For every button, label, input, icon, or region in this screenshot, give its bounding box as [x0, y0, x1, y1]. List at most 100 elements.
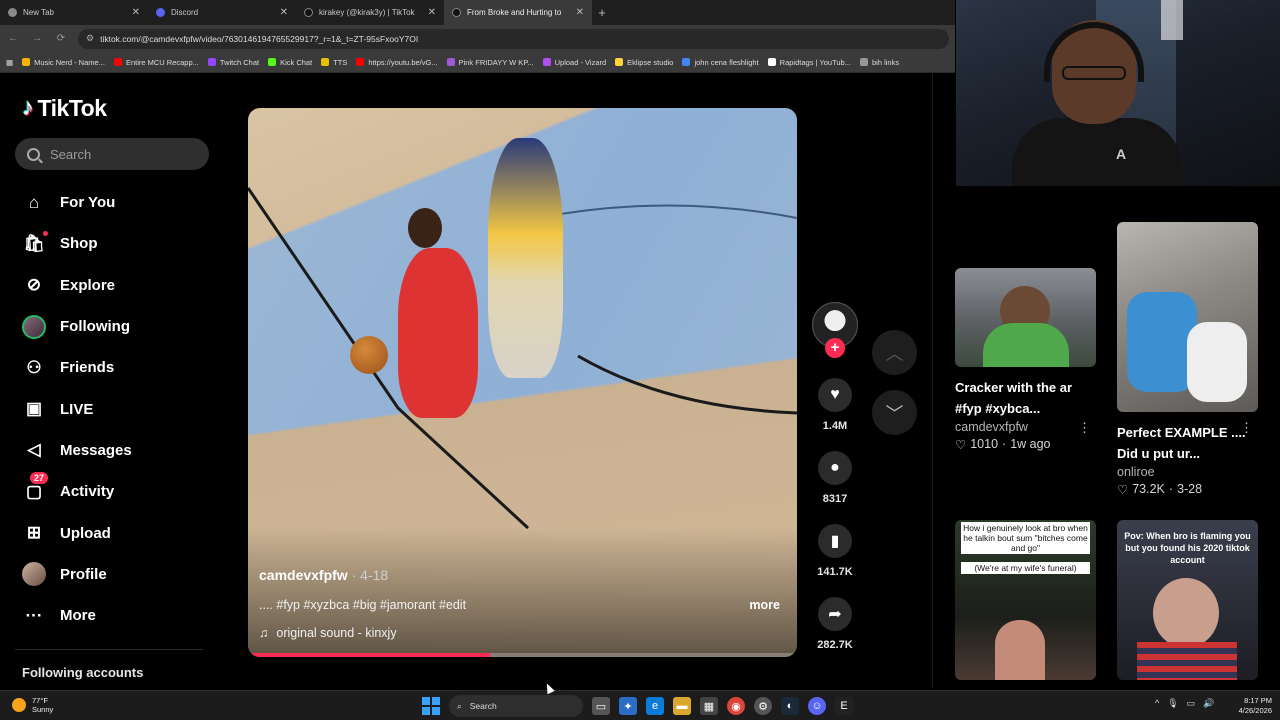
kebab-menu-icon[interactable]: ⋮ [1240, 420, 1253, 436]
next-video-button[interactable]: ﹀ [872, 390, 917, 435]
weather-widget[interactable]: 77°F Sunny [12, 696, 53, 714]
kebab-menu-icon[interactable]: ⋮ [1078, 420, 1091, 436]
share-icon[interactable]: ➦ [818, 597, 852, 631]
recommended-video[interactable]: Cracker with the ar #fyp #xybca... ⋮ cam… [955, 268, 1097, 452]
tiktok-logo[interactable]: ♪ TikTok [22, 94, 107, 122]
previous-video-button[interactable]: ︿ [872, 330, 917, 375]
bookmark[interactable]: Music Nerd - Name... [22, 58, 105, 67]
caption-more-button[interactable]: more [749, 598, 780, 612]
heart-icon[interactable]: ♥ [818, 378, 852, 412]
nav-item-shop[interactable]: 🛍 Shop [22, 223, 222, 264]
close-icon[interactable]: ✕ [576, 7, 584, 18]
video-thumbnail[interactable] [955, 268, 1096, 367]
steam-icon[interactable]: ◐ [781, 697, 799, 715]
comment-icon[interactable]: ● [818, 451, 852, 485]
bookmark[interactable]: bih links [859, 58, 899, 67]
tab-discord[interactable]: Discord ✕ [148, 0, 296, 25]
edge-icon[interactable]: e [646, 697, 664, 715]
rec-title[interactable]: Cracker with the ar #fyp #xybca... [955, 377, 1087, 419]
chrome-icon[interactable]: ◉ [727, 697, 745, 715]
bookmark[interactable]: Twitch Chat [207, 58, 259, 67]
rec-title[interactable]: Perfect EXAMPLE .... Did u put ur... [1117, 422, 1249, 464]
chevron-up-icon[interactable]: ^ [1155, 698, 1159, 709]
nav-item-following[interactable]: Following [22, 306, 222, 347]
discord-icon[interactable]: ☺ [808, 697, 826, 715]
microphone-icon[interactable]: 🎙 [1167, 698, 1178, 709]
forward-icon[interactable]: → [30, 33, 44, 44]
windows-start-icon[interactable] [422, 697, 440, 715]
bookmark-icon[interactable]: ▮ [818, 524, 852, 558]
bookmark[interactable]: TTS [321, 58, 347, 67]
thumb-person-face [1153, 578, 1219, 648]
reload-icon[interactable]: ⟳ [54, 33, 68, 44]
tab-current-video[interactable]: From Broke and Hurting to ✕ [444, 0, 592, 25]
nav-item-activity[interactable]: ▢ 27 Activity [22, 471, 222, 512]
bookmark[interactable]: Pink FRIDAYY W KP... [446, 58, 534, 67]
profile-avatar-icon [22, 562, 46, 587]
glasses [1062, 66, 1126, 80]
nav-label: Upload [60, 524, 111, 542]
task-view-icon[interactable]: ▭ [592, 697, 610, 715]
epic-games-icon[interactable]: E [835, 697, 853, 715]
friends-icon: ⚇ [26, 357, 42, 377]
recommended-video[interactable]: How i genuinely look at bro when he talk… [955, 520, 1097, 680]
video-thumbnail[interactable]: Pov: When bro is flaming you but you fou… [1117, 520, 1258, 680]
nav-item-upload[interactable]: ⊞ Upload [22, 512, 222, 553]
upload-icon: ⊞ [26, 523, 42, 543]
save-action[interactable]: ▮ 141.7K [810, 524, 860, 578]
bookmark[interactable]: Rapidtags | YouTub... [767, 58, 851, 67]
new-tab-button[interactable]: + [592, 5, 612, 20]
like-action[interactable]: ♥ 1.4M [810, 378, 860, 432]
nav-item-explore[interactable]: ⊘ Explore [22, 265, 222, 306]
video-sound[interactable]: ♫ original sound - kinxjy [259, 626, 397, 640]
video-player[interactable]: camdevxfpfw · 4-18 .... #fyp #xyzbca #bi… [248, 108, 797, 657]
post-date: · 4-18 [347, 567, 389, 583]
store-icon[interactable]: ▦ [700, 697, 718, 715]
back-icon[interactable]: ← [6, 33, 20, 44]
follow-plus-button[interactable]: + [825, 338, 845, 358]
video-thumbnail[interactable] [1117, 222, 1258, 412]
tab-new-tab[interactable]: New Tab ✕ [0, 0, 148, 25]
taskbar-search[interactable]: ⌕ Search [449, 695, 583, 717]
video-author[interactable]: camdevxfpfw · 4-18 [259, 567, 388, 583]
bookmark[interactable]: Entire MCU Recapp... [113, 58, 199, 67]
tab-kirakey[interactable]: kirakey (@kirak3y) | TikTok ✕ [296, 0, 444, 25]
rec-author[interactable]: camdevxfpfw [955, 420, 1097, 434]
file-explorer-icon[interactable]: ▬ [673, 697, 691, 715]
bookmark[interactable]: Upload - Vizard [542, 58, 606, 67]
bookmark[interactable]: Eklipse studio [615, 58, 673, 67]
recommended-video[interactable]: Pov: When bro is flaming you but you fou… [1117, 520, 1259, 680]
copilot-icon[interactable]: ✦ [619, 697, 637, 715]
nav-item-for-you[interactable]: ⌂ For You [22, 182, 222, 223]
share-action[interactable]: ➦ 282.7K [810, 597, 860, 651]
apps-grid-icon[interactable]: ▦ [6, 58, 13, 67]
system-clock[interactable]: 8:17 PM 4/26/2026 [1228, 696, 1272, 716]
nav-item-friends[interactable]: ⚇ Friends [22, 347, 222, 388]
close-icon[interactable]: ✕ [428, 7, 436, 18]
bookmark[interactable]: Kick Chat [268, 58, 312, 67]
volume-icon[interactable]: 🔊 [1203, 698, 1214, 709]
nav-item-more[interactable]: ··· More [22, 595, 222, 636]
nav-item-live[interactable]: ▣ LIVE [22, 388, 222, 429]
nav-item-messages[interactable]: ◁ Messages [22, 430, 222, 471]
taskbar-search-label: Search [469, 701, 497, 711]
video-thumbnail[interactable]: How i genuinely look at bro when he talk… [955, 520, 1096, 680]
rec-author[interactable]: onliroe [1117, 465, 1259, 479]
close-icon[interactable]: ✕ [280, 7, 288, 18]
nav-item-profile[interactable]: Profile [22, 554, 222, 595]
bookmark[interactable]: https://youtu.be/vG... [356, 57, 438, 67]
share-count: 282.7K [817, 639, 853, 651]
search-input[interactable]: Search [15, 138, 209, 170]
site-info-icon[interactable]: ⚙ [86, 33, 94, 44]
comment-action[interactable]: ● 8317 [810, 451, 860, 505]
live-icon: ▣ [25, 399, 43, 419]
url-input[interactable]: ⚙ tiktok.com/@camdevxfpfw/video/76301461… [78, 28, 949, 49]
video-progress-bar[interactable] [248, 653, 797, 657]
network-icon[interactable]: ▭ [1187, 698, 1196, 709]
settings-icon[interactable]: ⚙ [754, 697, 772, 715]
close-icon[interactable]: ✕ [132, 7, 140, 18]
more-icon: ··· [25, 605, 43, 625]
bookmark[interactable]: john cena fleshlight [682, 58, 759, 67]
recommended-video[interactable]: Perfect EXAMPLE .... Did u put ur... ⋮ o… [1117, 222, 1259, 497]
bookmark-label: https://youtu.be/vG... [368, 57, 438, 67]
